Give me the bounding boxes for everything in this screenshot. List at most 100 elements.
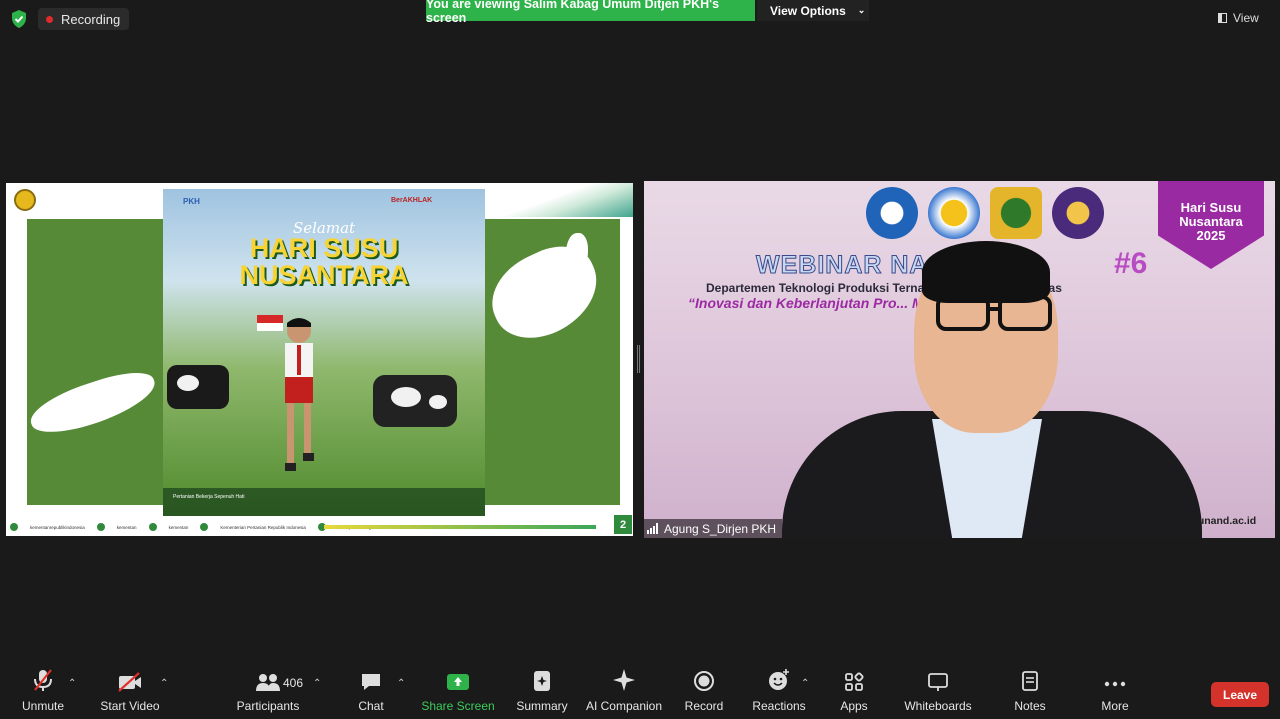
notes-icon (1022, 671, 1038, 691)
glasses-icon (936, 295, 1052, 331)
view-button[interactable]: View (1218, 8, 1259, 28)
participant-video[interactable]: Hari Susu Nusantara 2025 WEBINAR NASIONA… (644, 181, 1275, 538)
slide-footer-item: kementanrepublikindonesia (30, 524, 85, 530)
reactions-button[interactable]: Reactions (752, 662, 806, 719)
cow-right (373, 375, 457, 427)
share-screen-button[interactable]: Share Screen (421, 662, 495, 719)
notes-button[interactable]: Notes (1010, 662, 1050, 719)
start-video-button[interactable]: Start Video (98, 662, 162, 719)
slide-corner-decoration (503, 183, 633, 217)
shared-screen: PKH BerAKHLAK Selamat HARI SUSU NUSANTAR… (6, 183, 633, 536)
slide-footer-item: Kementerian Pertanian Republik Indonesia (220, 524, 306, 530)
badge-line1: Hari Susu (1180, 200, 1242, 215)
summary-label: Summary (516, 699, 568, 713)
poster-berakhlak: BerAKHLAK (391, 197, 433, 204)
cow-left (167, 365, 229, 409)
whiteboards-button[interactable]: Whiteboards (902, 662, 974, 719)
participants-count: 406 (283, 676, 304, 690)
badge-line3: 2025 (1196, 228, 1226, 243)
view-options-label: View Options (770, 3, 846, 18)
start-video-label: Start Video (100, 699, 160, 713)
poster-title: HARI SUSU NUSANTARA (163, 235, 485, 289)
participants-options-caret[interactable]: ⌃ (313, 678, 321, 689)
poster-brand: PKH (183, 197, 200, 206)
cow-spot (177, 375, 199, 391)
badge-line2: Nusantara (1179, 214, 1243, 229)
recording-indicator[interactable]: Recording (38, 8, 130, 30)
chevron-down-icon: ⌄ (857, 5, 866, 15)
unmute-label: Unmute (21, 699, 65, 713)
participant-name-tag: Agung S_Dirjen PKH (644, 519, 783, 538)
viewing-screen-banner: You are viewing Salim Kabag Umum Ditjen … (426, 0, 755, 25)
summary-button[interactable]: Summary (514, 662, 570, 719)
reactions-label: Reactions (752, 699, 806, 713)
slide-page-number: 2 (614, 515, 632, 534)
webinar-logos (866, 187, 1104, 239)
whiteboards-label: Whiteboards (904, 699, 972, 713)
ai-companion-label: AI Companion (585, 699, 663, 713)
poster-title-line1: HARI SUSU (249, 233, 399, 263)
chat-button[interactable]: Chat (352, 662, 390, 719)
hipi-logo (1052, 187, 1104, 239)
twitter-icon (96, 523, 105, 531)
diktisaintek-logo (928, 187, 980, 239)
video-off-icon (118, 672, 141, 692)
apps-label: Apps (840, 699, 868, 713)
chat-label: Chat (358, 699, 384, 713)
audio-options-caret[interactable]: ⌃ (68, 678, 76, 689)
more-label: More (1101, 699, 1129, 713)
slide-footer-line (324, 525, 596, 529)
poster-footer: Pertanian Bekerja Sepenuh Hati (163, 488, 485, 516)
meeting-toolbar: Unmute ⌃ Start Video ⌃ Participants 406 … (0, 662, 1280, 719)
view-options-button[interactable]: View Options ⌄ (757, 0, 869, 21)
notes-label: Notes (1014, 699, 1046, 713)
cow-spot (429, 395, 447, 409)
slide-footer-item: kementan (116, 524, 137, 530)
instagram-icon (10, 523, 18, 531)
security-shield-icon[interactable] (9, 9, 29, 29)
video-options-caret[interactable]: ⌃ (160, 678, 168, 689)
unand-logo (990, 187, 1042, 239)
child-figure (285, 318, 314, 471)
hari-susu-poster: PKH BerAKHLAK Selamat HARI SUSU NUSANTAR… (163, 189, 485, 516)
apps-icon (845, 672, 864, 691)
recording-label: Recording (61, 11, 121, 27)
participants-icon (256, 674, 280, 691)
ai-sparkle-icon (613, 669, 635, 691)
participant-name: Agung S_Dirjen PKH (664, 521, 777, 536)
share-screen-label: Share Screen (421, 699, 495, 713)
poster-footer-text: Pertanian Bekerja Sepenuh Hati (173, 494, 245, 500)
microphone-muted-icon (34, 669, 52, 691)
signal-strength-icon (647, 523, 658, 534)
participants-button[interactable]: Participants (236, 662, 300, 719)
unmute-button[interactable]: Unmute (18, 662, 68, 719)
split-view-handle[interactable] (637, 345, 640, 373)
tiktok-icon (148, 523, 157, 531)
more-button[interactable]: More (1096, 662, 1134, 719)
record-label: Record (684, 699, 724, 713)
apps-button[interactable]: Apps (836, 662, 872, 719)
facebook-icon (200, 523, 209, 531)
ai-companion-button[interactable]: AI Companion (584, 662, 664, 719)
participants-label: Participants (236, 699, 300, 713)
tut-wuri-logo (866, 187, 918, 239)
recording-dot-icon (46, 15, 53, 23)
chat-options-caret[interactable]: ⌃ (397, 678, 405, 689)
view-layout-icon (1218, 13, 1227, 23)
reactions-options-caret[interactable]: ⌃ (801, 678, 809, 689)
leave-button[interactable]: Leave (1211, 682, 1269, 707)
kementan-logo (14, 189, 36, 211)
more-dots-icon (1104, 681, 1126, 687)
webinar-number: #6 (1114, 247, 1148, 280)
slide-footer-item: kementan (168, 524, 189, 530)
reactions-icon (769, 669, 789, 690)
chat-icon (362, 674, 380, 690)
hari-susu-badge: Hari Susu Nusantara 2025 (1158, 181, 1264, 269)
poster-title-line2: NUSANTARA (239, 260, 409, 290)
record-button[interactable]: Record (684, 662, 724, 719)
share-screen-icon (447, 674, 469, 690)
summary-icon (534, 671, 550, 691)
record-icon (694, 671, 714, 691)
view-label: View (1233, 11, 1259, 25)
cow-spot (391, 387, 421, 407)
